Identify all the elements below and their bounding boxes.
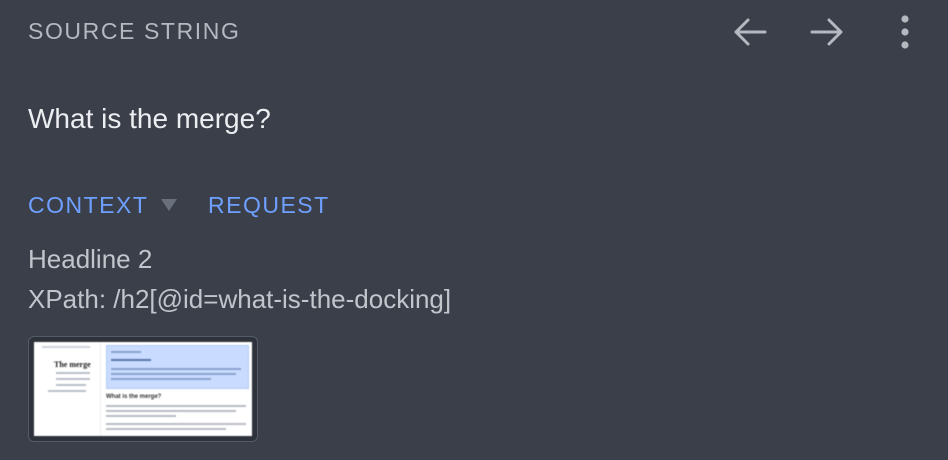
thumb-sidebar: The merge — [34, 342, 101, 436]
header: SOURCE STRING — [28, 15, 948, 49]
tab-request[interactable]: REQUEST — [208, 192, 330, 219]
arrow-right-icon — [810, 18, 843, 46]
thumb-nav-line — [56, 384, 86, 386]
screenshot-preview: The merge What is the merge? — [34, 342, 252, 436]
thumb-nav-line — [48, 390, 86, 392]
thumb-banner-line — [111, 359, 151, 361]
thumb-highlight-banner — [106, 345, 249, 389]
caret-down-icon[interactable] — [160, 198, 178, 212]
thumb-nav-bar — [42, 346, 90, 348]
more-vert-icon — [901, 15, 909, 49]
thumb-body-line — [106, 415, 176, 417]
thumb-body-line — [106, 423, 246, 425]
tab-context[interactable]: CONTEXT — [28, 192, 148, 219]
context-element-type: Headline 2 — [28, 244, 153, 274]
thumb-body-line — [106, 428, 226, 430]
forward-button[interactable] — [805, 12, 849, 52]
thumb-nav-line — [56, 372, 90, 374]
screenshot-thumbnail[interactable]: The merge What is the merge? — [28, 336, 258, 442]
back-button[interactable] — [728, 12, 772, 52]
section-title: SOURCE STRING — [28, 18, 241, 44]
source-string-text: What is the merge? — [28, 103, 271, 134]
context-xpath: XPath: /h2[@id=what-is-the-docking] — [28, 284, 452, 314]
thumb-banner-line — [111, 368, 241, 370]
thumb-banner-line — [111, 373, 236, 375]
thumb-section-heading: What is the merge? — [106, 394, 162, 400]
thumb-banner-line — [111, 378, 211, 380]
thumb-body-line — [106, 410, 236, 412]
thumb-nav-line — [56, 378, 90, 380]
thumb-banner-line — [111, 351, 141, 353]
more-options-button[interactable] — [883, 12, 927, 52]
arrow-left-icon — [734, 18, 767, 46]
thumb-title: The merge — [54, 360, 91, 369]
thumb-body-line — [106, 405, 246, 407]
